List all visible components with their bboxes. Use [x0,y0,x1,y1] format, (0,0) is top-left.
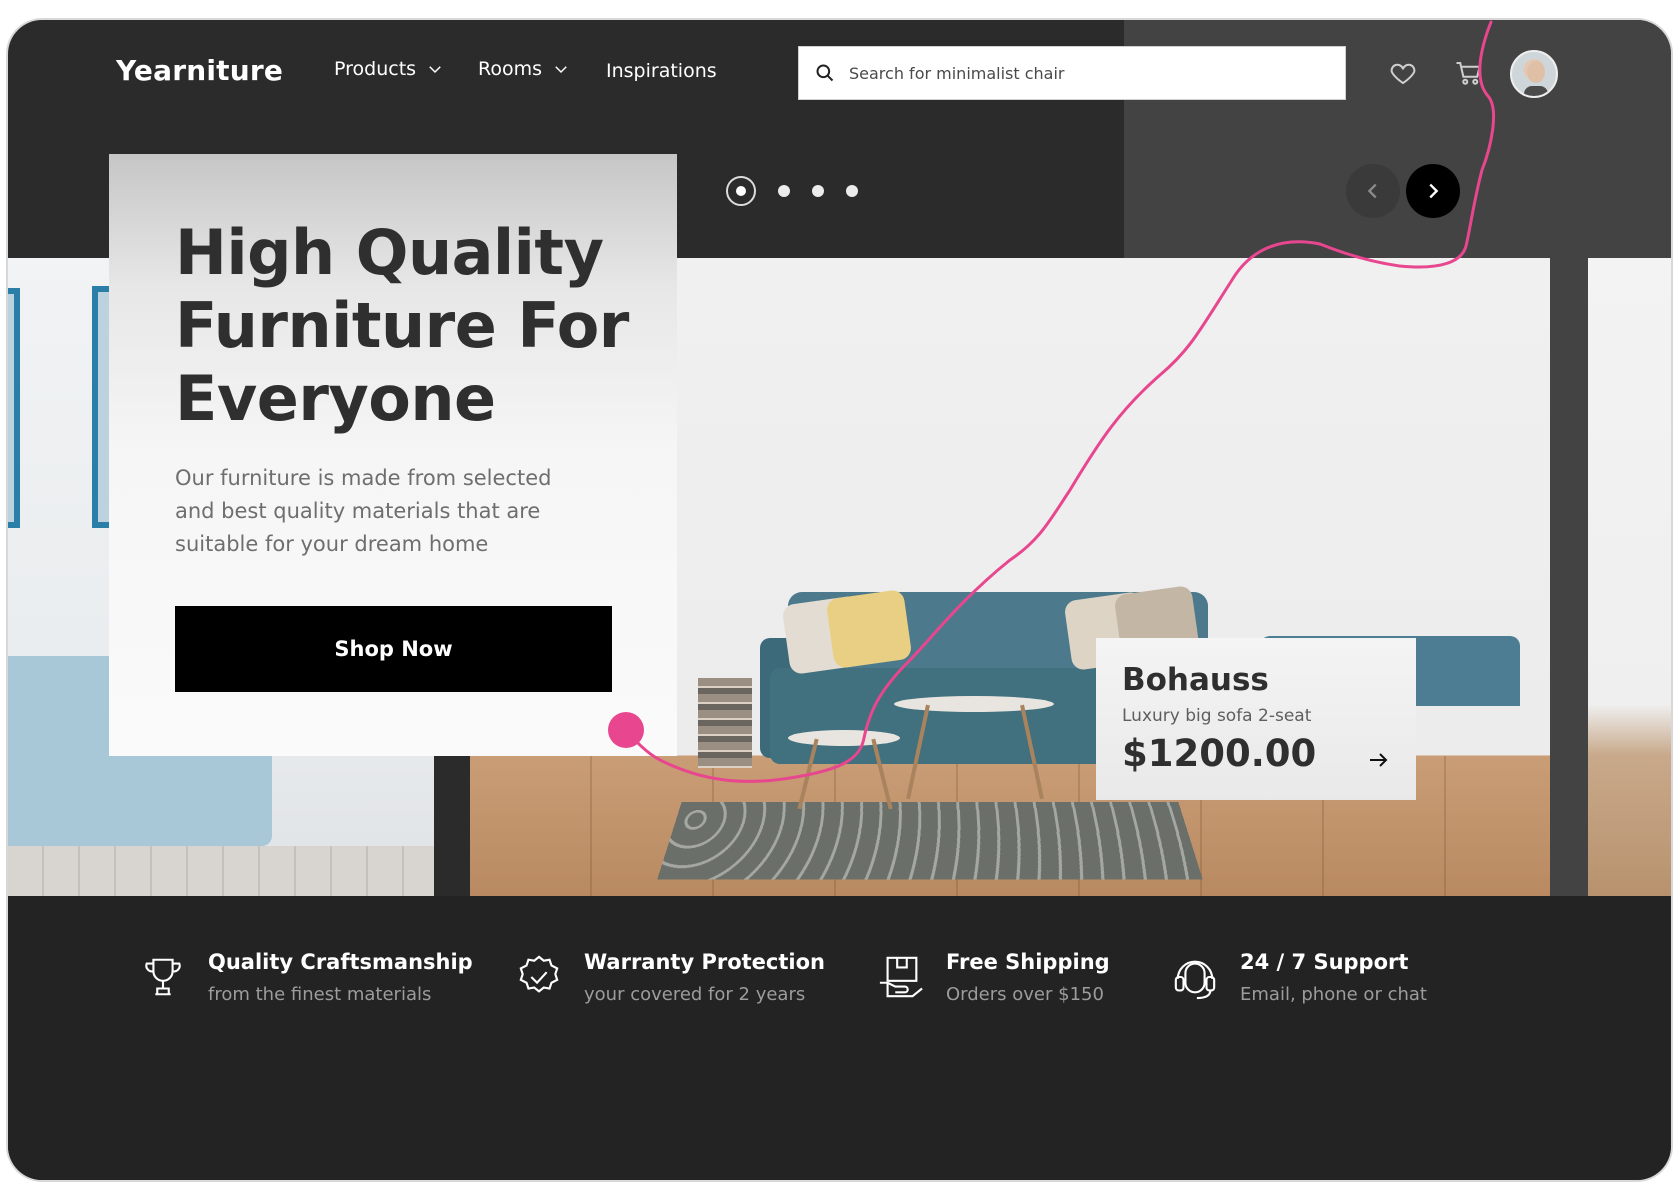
product-card[interactable]: Bohauss Luxury big sofa 2-seat $1200.00 [1096,638,1416,800]
feature-item: Warranty Protection your covered for 2 y… [516,950,825,1005]
heart-icon[interactable] [1388,58,1418,88]
features-band [8,896,1671,1180]
feature-title: 24 / 7 Support [1240,950,1409,974]
right-room-photo [1588,258,1671,896]
nav-label: Rooms [478,58,543,80]
search-icon [816,64,834,82]
badge-check-icon [519,955,559,993]
nav-rooms[interactable]: Rooms [478,58,570,80]
feature-title: Quality Craftsmanship [208,950,473,974]
left-floor [8,846,434,896]
carousel-dots [726,176,858,206]
chevron-down-icon [429,66,441,74]
feature-title: Warranty Protection [584,950,825,974]
box-hand-icon [879,956,923,998]
search-bar[interactable] [798,46,1346,100]
headset-icon [1174,960,1216,1000]
avatar[interactable] [1510,50,1558,98]
feature-item: Quality Craftsmanship from the finest ma… [140,950,473,1005]
carousel-prev-button[interactable] [1346,164,1400,218]
feature-subtitle: Email, phone or chat [1240,984,1427,1005]
hero-divider-right [1550,258,1588,896]
rug [657,802,1203,880]
carousel-dot[interactable] [812,185,824,197]
carousel-dot[interactable] [778,185,790,197]
feature-subtitle: Orders over $150 [946,984,1104,1005]
carousel-next-button[interactable] [1406,164,1460,218]
nav-products[interactable]: Products [334,58,444,80]
hero-subtitle: Our furniture is made from selected and … [175,466,552,556]
browser-frame: Yearniture Products Rooms Inspirations H… [8,20,1671,1180]
side-table [788,730,900,746]
cart-icon[interactable] [1454,58,1484,88]
hero-title: High Quality Furniture For Everyone [175,216,629,435]
wall-frame-left [8,288,20,528]
nav-label: Products [334,58,417,80]
search-input[interactable] [849,63,1309,83]
chevron-down-icon [555,66,567,74]
carousel-dot[interactable] [846,185,858,197]
chevron-left-icon [1367,183,1377,199]
book-stack [698,678,752,768]
feature-subtitle: from the finest materials [208,984,432,1005]
shop-now-button[interactable]: Shop Now [175,606,612,692]
arrow-right-icon[interactable] [1366,748,1390,772]
feature-item: Free Shipping Orders over $150 [878,950,1110,1005]
product-name: Bohauss [1122,662,1269,698]
feature-subtitle: your covered for 2 years [584,984,806,1005]
logo[interactable]: Yearniture [116,54,283,87]
nav-inspirations[interactable]: Inspirations [606,60,717,82]
feature-item: 24 / 7 Support Email, phone or chat [1172,950,1427,1005]
trophy-icon [145,958,181,996]
feature-title: Free Shipping [946,950,1110,974]
product-description: Luxury big sofa 2-seat [1122,706,1312,726]
carousel-dot-active[interactable] [726,176,756,206]
coffee-table [894,696,1054,712]
nav-label: Inspirations [606,60,717,82]
chevron-right-icon [1429,183,1439,199]
hero-card: High Quality Furniture For Everyone Our … [109,154,677,756]
product-price: $1200.00 [1122,732,1317,775]
pillow [825,588,913,670]
